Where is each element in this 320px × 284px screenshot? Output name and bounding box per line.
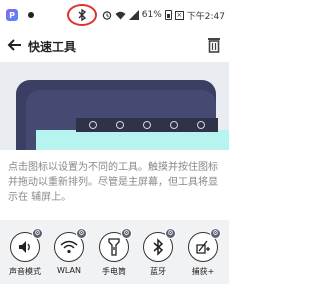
wifi-status-icon bbox=[115, 11, 126, 19]
gear-icon[interactable]: ⚙ bbox=[76, 228, 87, 239]
app-notification-icon: P bbox=[6, 9, 18, 21]
preview-sound-icon bbox=[88, 121, 97, 129]
tool-label: 蓝牙 bbox=[150, 267, 166, 276]
preview-capture-icon bbox=[197, 121, 206, 129]
battery-icon bbox=[164, 10, 172, 20]
gear-icon[interactable]: ⚙ bbox=[121, 228, 132, 239]
gear-icon[interactable]: ⚙ bbox=[210, 228, 221, 239]
notification-dot-icon bbox=[28, 12, 34, 18]
gear-icon[interactable]: ⚙ bbox=[165, 228, 176, 239]
screenshot-notify-icon: × bbox=[174, 10, 184, 20]
bluetooth-highlight bbox=[66, 4, 97, 26]
tool-label: 声音模式 bbox=[9, 267, 41, 276]
alarm-icon bbox=[102, 11, 111, 20]
page-title: 快速工具 bbox=[28, 40, 77, 54]
tool-wlan[interactable]: ⚙ WLAN bbox=[50, 228, 88, 282]
tool-capture-plus[interactable]: ⚙ 捕获+ bbox=[184, 228, 222, 282]
preview-wifi-icon bbox=[115, 121, 124, 129]
trash-icon[interactable] bbox=[207, 37, 221, 53]
tool-sound-mode[interactable]: ⚙ 声音模式 bbox=[6, 228, 44, 282]
tool-label: WLAN bbox=[56, 266, 81, 275]
battery-percent: 61% bbox=[141, 10, 162, 20]
tool-label: 手电筒 bbox=[102, 267, 126, 276]
tool-bluetooth[interactable]: ⚙ 蓝牙 bbox=[139, 228, 177, 282]
second-screen-toolbar bbox=[76, 118, 218, 132]
preview-bluetooth-icon bbox=[170, 121, 179, 129]
status-right: 61% × 下午2:47 bbox=[66, 4, 225, 26]
clock: 下午2:47 bbox=[186, 11, 225, 22]
signal-icon bbox=[128, 10, 139, 20]
instructions-text: 点击图标以设置为不同的工具。触摸并按住图标并拖动以重新排列。尽管是主屏幕，但工具… bbox=[8, 162, 218, 203]
back-arrow-icon[interactable] bbox=[6, 36, 24, 54]
phone-preview bbox=[0, 62, 229, 150]
preview-flashlight-icon bbox=[142, 121, 151, 129]
app-bar: 快速工具 bbox=[0, 30, 229, 62]
tool-label: 捕获+ bbox=[191, 267, 215, 276]
bluetooth-status-icon bbox=[78, 9, 86, 21]
phone-screen bbox=[36, 130, 229, 150]
status-left: P bbox=[6, 9, 34, 21]
status-bar: P 61% × 下午2:47 bbox=[0, 0, 229, 30]
tool-flashlight[interactable]: ⚙ 手电筒 bbox=[95, 228, 133, 282]
gear-icon[interactable]: ⚙ bbox=[32, 228, 43, 239]
